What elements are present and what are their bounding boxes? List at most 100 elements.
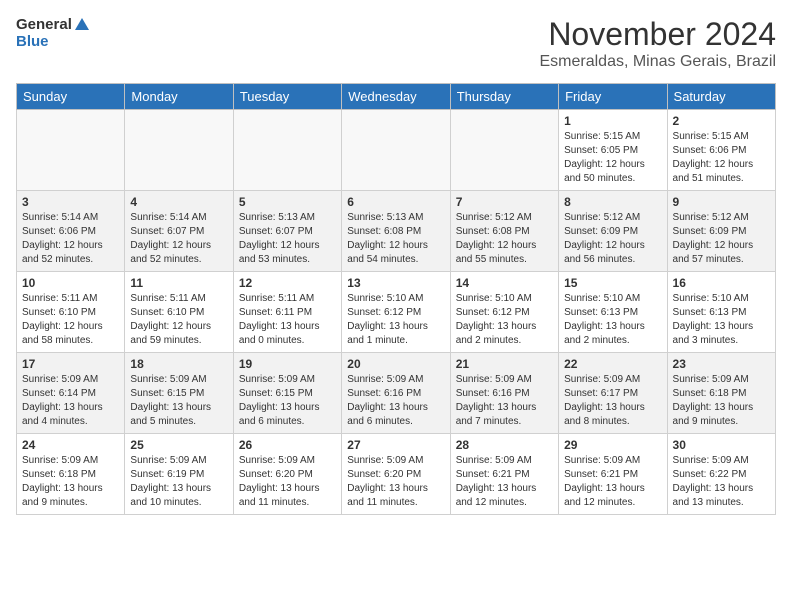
day-info: Sunrise: 5:14 AM Sunset: 6:06 PM Dayligh… [22, 211, 119, 267]
calendar-cell: 29 Sunrise: 5:09 AM Sunset: 6:21 PM Dayli… [559, 434, 667, 515]
day-number: 22 [564, 357, 661, 371]
day-info: Sunrise: 5:09 AM Sunset: 6:20 PM Dayligh… [347, 454, 444, 510]
logo: General Blue [16, 16, 91, 51]
calendar-cell: 11Sunrise: 5:11 AM Sunset: 6:10 PM Dayli… [125, 272, 233, 353]
day-info: Sunrise: 5:09 AM Sunset: 6:18 PM Dayligh… [673, 373, 770, 429]
calendar-week-row: 10 Sunrise: 5:11 AM Sunset: 6:10 PM Dayli… [17, 272, 776, 353]
day-info: Sunrise: 5:10 AM Sunset: 6:12 PM Dayligh… [456, 292, 553, 348]
day-info: Sunrise: 5:13 AM Sunset: 6:08 PM Dayligh… [347, 211, 444, 267]
col-header-saturday: Saturday [667, 84, 775, 110]
day-info: Sunrise: 5:10 AM Sunset: 6:12 PM Dayligh… [347, 292, 444, 348]
day-info: Sunrise: 5:09 AM Sunset: 6:19 PM Dayligh… [130, 454, 227, 510]
calendar-cell: 22 Sunrise: 5:09 AM Sunset: 6:17 PM Dayli… [559, 353, 667, 434]
calendar-cell: 7Sunrise: 5:12 AM Sunset: 6:08 PM Daylig… [450, 191, 558, 272]
col-header-tuesday: Tuesday [233, 84, 341, 110]
day-number: 1 [564, 114, 661, 128]
calendar-cell: 8Sunrise: 5:12 AM Sunset: 6:09 PM Daylig… [559, 191, 667, 272]
day-info: Sunrise: 5:12 AM Sunset: 6:09 PM Dayligh… [673, 211, 770, 267]
calendar-cell: 24 Sunrise: 5:09 AM Sunset: 6:18 PM Dayli… [17, 434, 125, 515]
day-number: 9 [673, 195, 770, 209]
day-info: Sunrise: 5:09 AM Sunset: 6:18 PM Dayligh… [22, 454, 119, 510]
day-info: Sunrise: 5:09 AM Sunset: 6:16 PM Dayligh… [456, 373, 553, 429]
day-info: Sunrise: 5:12 AM Sunset: 6:09 PM Dayligh… [564, 211, 661, 267]
calendar-cell: 5Sunrise: 5:13 AM Sunset: 6:07 PM Daylig… [233, 191, 341, 272]
col-header-monday: Monday [125, 84, 233, 110]
header: General Blue November 2024 Esmeraldas, M… [16, 16, 776, 71]
day-number: 30 [673, 438, 770, 452]
calendar-cell: 25 Sunrise: 5:09 AM Sunset: 6:19 PM Dayli… [125, 434, 233, 515]
day-info: Sunrise: 5:09 AM Sunset: 6:14 PM Dayligh… [22, 373, 119, 429]
calendar-week-row: 17Sunrise: 5:09 AM Sunset: 6:14 PM Dayli… [17, 353, 776, 434]
day-info: Sunrise: 5:11 AM Sunset: 6:10 PM Dayligh… [22, 292, 119, 348]
day-info: Sunrise: 5:09 AM Sunset: 6:20 PM Dayligh… [239, 454, 336, 510]
day-info: Sunrise: 5:09 AM Sunset: 6:21 PM Dayligh… [564, 454, 661, 510]
logo-blue: Blue [16, 34, 91, 51]
day-info: Sunrise: 5:10 AM Sunset: 6:13 PM Dayligh… [564, 292, 661, 348]
day-number: 10 [22, 276, 119, 290]
day-number: 5 [239, 195, 336, 209]
day-info: Sunrise: 5:10 AM Sunset: 6:13 PM Dayligh… [673, 292, 770, 348]
day-number: 6 [347, 195, 444, 209]
calendar-cell: 9 Sunrise: 5:12 AM Sunset: 6:09 PM Daylig… [667, 191, 775, 272]
day-info: Sunrise: 5:09 AM Sunset: 6:21 PM Dayligh… [456, 454, 553, 510]
day-info: Sunrise: 5:09 AM Sunset: 6:17 PM Dayligh… [564, 373, 661, 429]
calendar-cell [342, 110, 450, 191]
month-title: November 2024 [539, 16, 776, 53]
day-number: 28 [456, 438, 553, 452]
day-number: 18 [130, 357, 227, 371]
day-info: Sunrise: 5:12 AM Sunset: 6:08 PM Dayligh… [456, 211, 553, 267]
day-number: 11 [130, 276, 227, 290]
calendar-cell: 12 Sunrise: 5:11 AM Sunset: 6:11 PM Dayli… [233, 272, 341, 353]
day-info: Sunrise: 5:09 AM Sunset: 6:16 PM Dayligh… [347, 373, 444, 429]
calendar-week-row: 24 Sunrise: 5:09 AM Sunset: 6:18 PM Dayli… [17, 434, 776, 515]
calendar-cell: 4Sunrise: 5:14 AM Sunset: 6:07 PM Daylig… [125, 191, 233, 272]
calendar-cell: 16 Sunrise: 5:10 AM Sunset: 6:13 PM Dayli… [667, 272, 775, 353]
calendar-cell: 27 Sunrise: 5:09 AM Sunset: 6:20 PM Dayli… [342, 434, 450, 515]
calendar-cell: 28 Sunrise: 5:09 AM Sunset: 6:21 PM Dayli… [450, 434, 558, 515]
col-header-sunday: Sunday [17, 84, 125, 110]
calendar-week-row: 3 Sunrise: 5:14 AM Sunset: 6:06 PM Daylig… [17, 191, 776, 272]
day-info: Sunrise: 5:14 AM Sunset: 6:07 PM Dayligh… [130, 211, 227, 267]
day-number: 13 [347, 276, 444, 290]
calendar-cell: 26 Sunrise: 5:09 AM Sunset: 6:20 PM Dayli… [233, 434, 341, 515]
day-number: 29 [564, 438, 661, 452]
day-number: 2 [673, 114, 770, 128]
day-number: 19 [239, 357, 336, 371]
day-number: 3 [22, 195, 119, 209]
calendar-cell: 1 Sunrise: 5:15 AM Sunset: 6:05 PM Daylig… [559, 110, 667, 191]
calendar-cell: 21Sunrise: 5:09 AM Sunset: 6:16 PM Dayli… [450, 353, 558, 434]
col-header-thursday: Thursday [450, 84, 558, 110]
day-number: 25 [130, 438, 227, 452]
day-number: 15 [564, 276, 661, 290]
calendar-cell [233, 110, 341, 191]
calendar-cell: 17Sunrise: 5:09 AM Sunset: 6:14 PM Dayli… [17, 353, 125, 434]
calendar-cell: 10 Sunrise: 5:11 AM Sunset: 6:10 PM Dayli… [17, 272, 125, 353]
day-number: 23 [673, 357, 770, 371]
calendar-cell: 13 Sunrise: 5:10 AM Sunset: 6:12 PM Dayli… [342, 272, 450, 353]
title-area: November 2024 Esmeraldas, Minas Gerais, … [539, 16, 776, 71]
calendar-cell: 30 Sunrise: 5:09 AM Sunset: 6:22 PM Dayli… [667, 434, 775, 515]
calendar-cell: 2 Sunrise: 5:15 AM Sunset: 6:06 PM Daylig… [667, 110, 775, 191]
calendar-cell: 20Sunrise: 5:09 AM Sunset: 6:16 PM Dayli… [342, 353, 450, 434]
day-info: Sunrise: 5:09 AM Sunset: 6:22 PM Dayligh… [673, 454, 770, 510]
day-number: 26 [239, 438, 336, 452]
calendar-cell: 18 Sunrise: 5:09 AM Sunset: 6:15 PM Dayli… [125, 353, 233, 434]
calendar-cell: 14 Sunrise: 5:10 AM Sunset: 6:12 PM Dayli… [450, 272, 558, 353]
day-info: Sunrise: 5:15 AM Sunset: 6:05 PM Dayligh… [564, 130, 661, 186]
day-info: Sunrise: 5:11 AM Sunset: 6:11 PM Dayligh… [239, 292, 336, 348]
day-info: Sunrise: 5:09 AM Sunset: 6:15 PM Dayligh… [130, 373, 227, 429]
logo-text: General Blue [16, 16, 91, 51]
day-number: 24 [22, 438, 119, 452]
calendar-cell: 19Sunrise: 5:09 AM Sunset: 6:15 PM Dayli… [233, 353, 341, 434]
day-number: 12 [239, 276, 336, 290]
day-number: 14 [456, 276, 553, 290]
calendar-cell [17, 110, 125, 191]
calendar-cell: 3 Sunrise: 5:14 AM Sunset: 6:06 PM Daylig… [17, 191, 125, 272]
calendar-header-row: SundayMondayTuesdayWednesdayThursdayFrid… [17, 84, 776, 110]
calendar-cell [450, 110, 558, 191]
calendar-cell: 6 Sunrise: 5:13 AM Sunset: 6:08 PM Daylig… [342, 191, 450, 272]
col-header-friday: Friday [559, 84, 667, 110]
day-number: 16 [673, 276, 770, 290]
day-info: Sunrise: 5:15 AM Sunset: 6:06 PM Dayligh… [673, 130, 770, 186]
day-number: 27 [347, 438, 444, 452]
